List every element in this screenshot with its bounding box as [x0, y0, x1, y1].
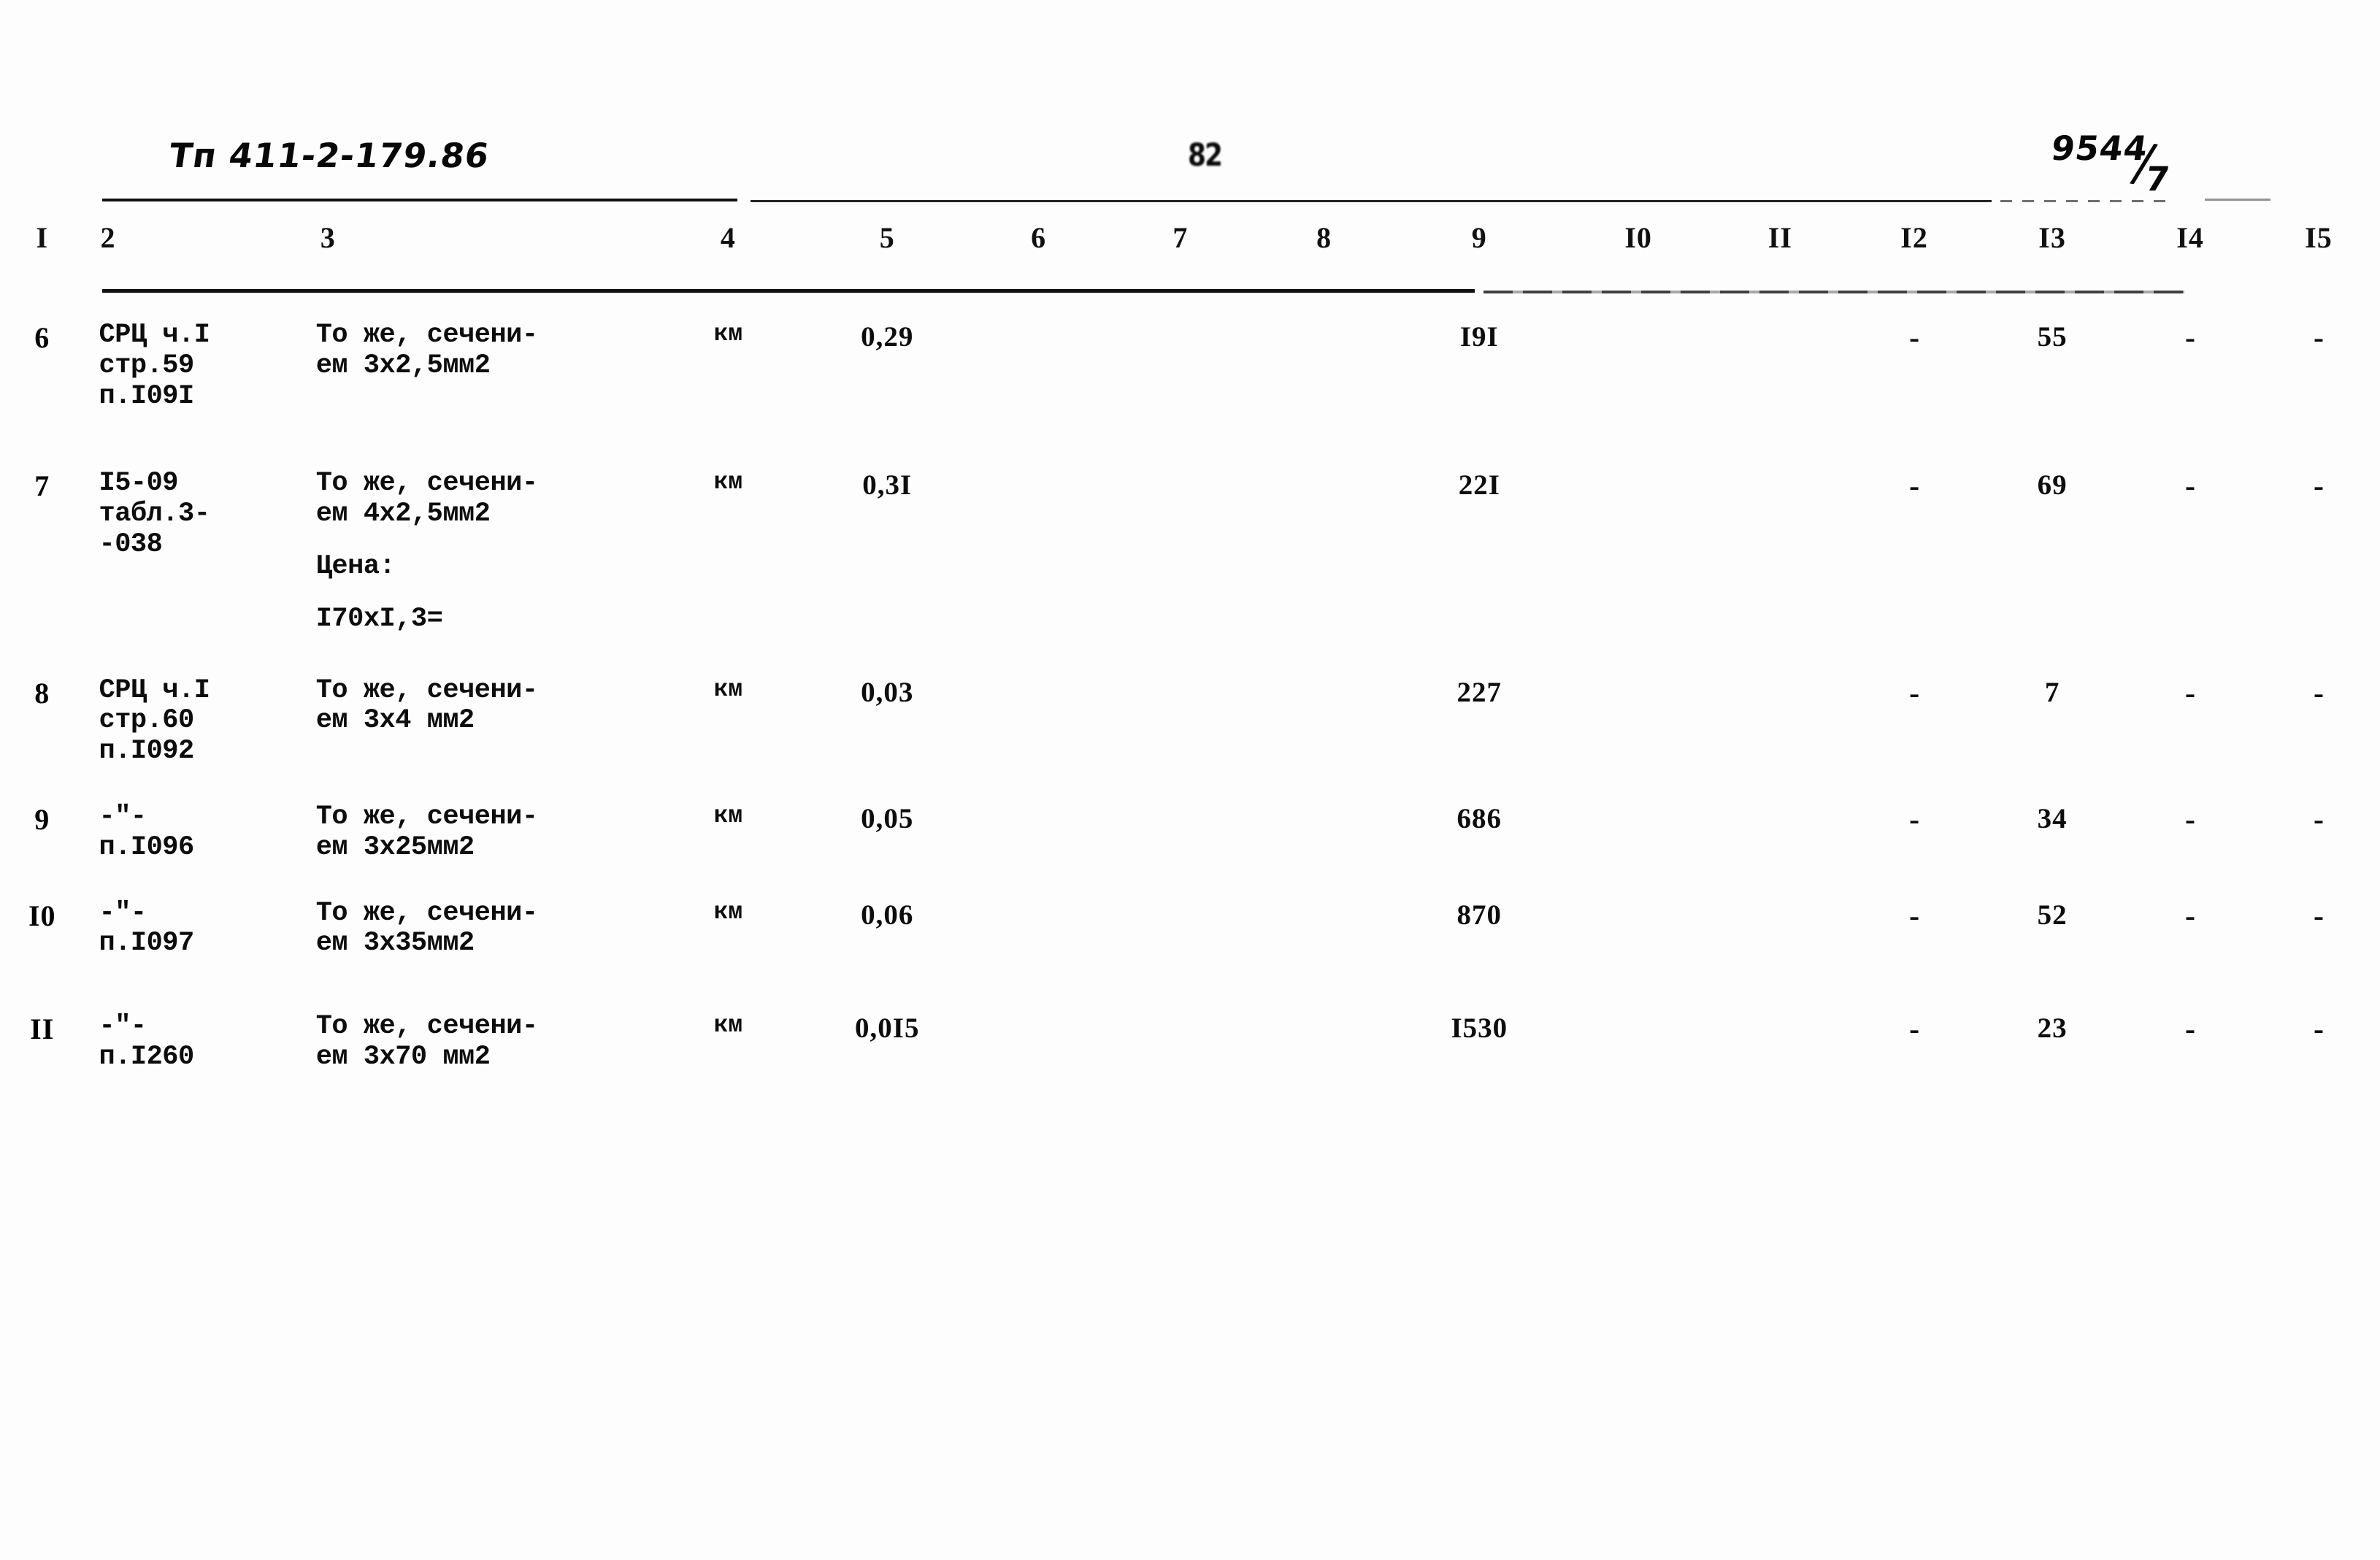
row-justification: -"- п.I260	[99, 1011, 194, 1072]
column-number-5: 5	[879, 221, 895, 254]
row-col15: -	[2313, 899, 2324, 933]
row-number: 9	[34, 802, 50, 836]
row-col12: -	[1909, 321, 1920, 355]
row-total: 55	[2037, 321, 2068, 353]
row-col14: -	[2185, 321, 2196, 355]
row-col12: -	[1909, 899, 1920, 933]
row-quantity: 0,05	[861, 802, 914, 834]
column-number-9: 9	[1471, 221, 1487, 254]
row-quantity: 0,06	[861, 899, 914, 931]
row-unit-price: 227	[1456, 676, 1502, 708]
row-justification: -"- п.I097	[99, 897, 194, 959]
row-justification: -"- п.I096	[99, 801, 194, 863]
column-number-6: 6	[1031, 221, 1047, 254]
row-col12: -	[1909, 676, 1920, 710]
row-number: 7	[34, 469, 50, 503]
row-description: То же, сечени- ем 3х2,5мм2	[315, 320, 538, 381]
row-gap	[0, 864, 2380, 899]
table-row: II -"- п.I260 То же, сечени- ем 3х70 мм2…	[0, 1011, 2380, 1073]
column-number-13: I3	[2038, 221, 2066, 254]
row-col15: -	[2313, 676, 2324, 710]
table-top-spacer	[0, 0, 2380, 220]
row-total: 69	[2037, 469, 2068, 502]
row-total: 52	[2037, 899, 2068, 931]
row-quantity: 0,03	[861, 676, 914, 708]
row-col15: -	[2313, 321, 2324, 355]
row-total: 7	[2044, 676, 2060, 708]
row-number: II	[30, 1013, 55, 1046]
table-row: 7 I5-09 табл.3- -038 То же, сечени- ем 4…	[0, 469, 2380, 634]
row-col12: -	[1909, 1013, 1920, 1047]
column-number-7: 7	[1172, 221, 1189, 254]
row-unit: км	[713, 675, 743, 703]
row-unit: км	[713, 898, 743, 926]
row-description-price-calc: I70хI,3=	[315, 603, 443, 634]
row-total: 23	[2037, 1013, 2068, 1045]
row-unit-price: 22I	[1458, 469, 1500, 502]
row-unit-price: I530	[1451, 1013, 1508, 1045]
row-col15: -	[2313, 1013, 2324, 1047]
column-number-3: 3	[320, 221, 336, 254]
column-number-14: I4	[2176, 221, 2204, 254]
row-description: То же, сечени- ем 3х35мм2	[315, 897, 538, 959]
row-gap	[0, 959, 2380, 1012]
row-number: 8	[34, 676, 50, 710]
row-col14: -	[2185, 802, 2196, 837]
estimate-table: I 2 3 4 5 6 7 8 9 I0 II I2 I3 I4 I5 6 СР…	[0, 0, 2380, 1073]
row-total: 34	[2037, 802, 2068, 834]
row-description: То же, сечени- ем 4х2,5мм2	[315, 468, 538, 530]
row-unit: км	[713, 469, 743, 496]
table-row: 8 СРЦ ч.I стр.60 п.I092 То же, сечени- е…	[0, 675, 2380, 767]
row-description: То же, сечени- ем 3х70 мм2	[315, 1011, 538, 1072]
table-row: 6 СРЦ ч.I стр.59 п.I09I То же, сечени- е…	[0, 320, 2380, 412]
row-col15: -	[2313, 469, 2324, 504]
row-justification: I5-09 табл.3- -038	[99, 468, 210, 560]
row-description-price-label: Цена:	[315, 550, 396, 582]
row-number: 6	[34, 321, 50, 354]
row-col12: -	[1909, 469, 1920, 504]
row-description: То же, сечени- ем 3х25мм2	[315, 801, 538, 863]
column-number-8: 8	[1316, 221, 1332, 254]
column-number-10: I0	[1624, 221, 1652, 254]
row-description: То же, сечени- ем 3х4 мм2	[315, 675, 538, 737]
row-justification: СРЦ ч.I стр.59 п.I09I	[99, 320, 210, 412]
row-col14: -	[2185, 469, 2196, 504]
table-row: 9 -"- п.I096 То же, сечени- ем 3х25мм2 к…	[0, 802, 2380, 864]
column-number-4: 4	[720, 221, 736, 254]
column-number-1: I	[36, 221, 49, 254]
row-quantity: 0,3I	[862, 469, 913, 502]
row-gap	[0, 767, 2380, 802]
row-col15: -	[2313, 802, 2324, 837]
column-number-15: I5	[2305, 221, 2333, 254]
row-quantity: 0,0I5	[855, 1013, 920, 1045]
row-unit: км	[713, 802, 743, 829]
row-col14: -	[2185, 1013, 2196, 1047]
row-unit-price: I9I	[1459, 321, 1499, 353]
row-col12: -	[1909, 802, 1920, 837]
scanned-page: Тп 411-2-179.86 82 9544 / 7 I 2 3 4 5 6	[0, 0, 2380, 1560]
column-number-12: I2	[1900, 221, 1928, 254]
row-col14: -	[2185, 899, 2196, 933]
row-quantity: 0,29	[861, 321, 914, 353]
table-row: I0 -"- п.I097 То же, сечени- ем 3х35мм2 …	[0, 897, 2380, 960]
row-number: I0	[28, 899, 56, 932]
column-number-row: I 2 3 4 5 6 7 8 9 I0 II I2 I3 I4 I5	[0, 220, 2380, 255]
row-justification: СРЦ ч.I стр.60 п.I092	[99, 675, 210, 767]
row-unit: км	[713, 320, 743, 347]
header-gap	[0, 255, 2380, 320]
row-unit-price: 686	[1456, 802, 1502, 834]
row-gap	[0, 635, 2380, 676]
row-unit-price: 870	[1456, 899, 1502, 931]
row-unit: км	[713, 1012, 743, 1040]
row-col14: -	[2185, 676, 2196, 710]
column-number-11: II	[1767, 221, 1792, 254]
row-gap	[0, 412, 2380, 469]
column-number-2: 2	[100, 221, 116, 254]
